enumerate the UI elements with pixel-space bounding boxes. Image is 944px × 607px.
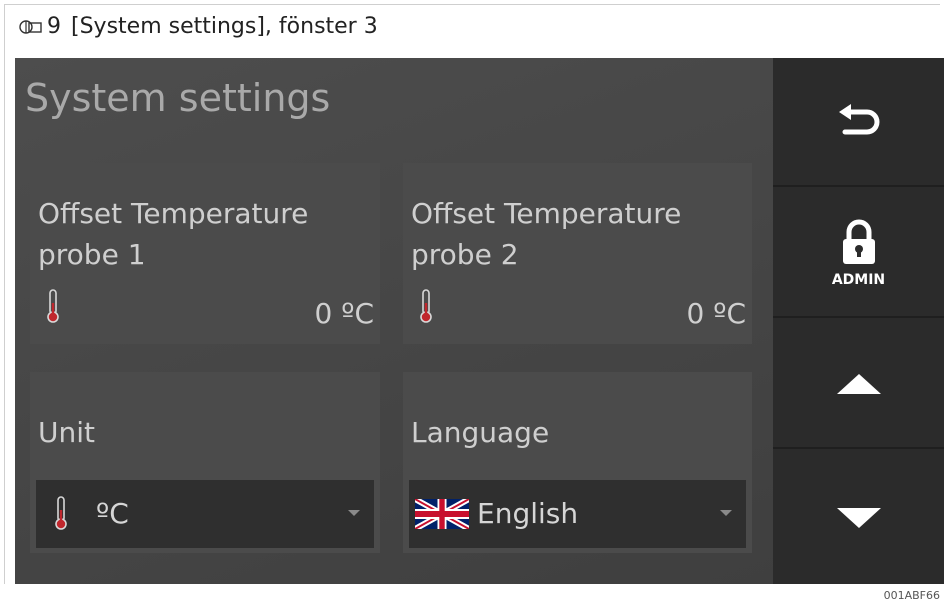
card-title: Offset Temperature probe 1: [38, 197, 309, 271]
offset-probe-2-value: 0 ºC: [686, 297, 746, 330]
scroll-up-button[interactable]: [773, 320, 944, 449]
caption-text: [System settings], fönster 3: [71, 14, 378, 39]
settings-panel: System settings Offset Temperature probe…: [15, 58, 773, 584]
triangle-down-icon: [836, 507, 881, 528]
offset-probe-1-value: 0 ºC: [314, 297, 374, 330]
card-title: Unit: [38, 416, 95, 449]
thermometer-icon: [420, 289, 432, 323]
unit-card: Unit ºC: [30, 372, 380, 553]
offset-probe-1-card[interactable]: Offset Temperature probe 1 0 ºC: [30, 163, 380, 344]
language-card: Language English: [403, 372, 752, 553]
card-title: Language: [411, 416, 550, 449]
caption-number: 9: [47, 14, 61, 39]
back-arrow-icon: [838, 103, 879, 134]
scroll-down-button[interactable]: [773, 451, 944, 584]
language-selected-value: English: [477, 497, 579, 530]
admin-label: ADMIN: [831, 271, 886, 288]
unit-selected-value: ºC: [96, 497, 129, 530]
figure-caption: 9 [System settings], fönster 3: [4, 4, 940, 48]
lock-icon: [842, 219, 875, 264]
thermometer-icon: [55, 496, 67, 530]
card-title: Offset Temperature probe 2: [411, 197, 682, 271]
caption-rule: [4, 48, 5, 584]
device-screen: System settings Offset Temperature probe…: [15, 58, 944, 584]
offset-probe-2-card[interactable]: Offset Temperature probe 2 0 ºC: [403, 163, 752, 344]
sidebar: ADMIN: [773, 58, 944, 584]
screen-reference-icon: [19, 19, 42, 34]
triangle-up-icon: [836, 373, 881, 394]
unit-dropdown[interactable]: ºC: [36, 480, 374, 548]
page-title: System settings: [25, 76, 331, 120]
figure-code: 001ABF66: [883, 589, 940, 602]
language-dropdown[interactable]: English: [409, 480, 746, 548]
uk-flag-icon: [415, 499, 469, 529]
admin-button[interactable]: ADMIN: [773, 189, 944, 318]
thermometer-icon: [47, 289, 59, 323]
chevron-down-icon: [720, 510, 732, 516]
back-button[interactable]: [773, 58, 944, 187]
chevron-down-icon: [348, 510, 360, 516]
